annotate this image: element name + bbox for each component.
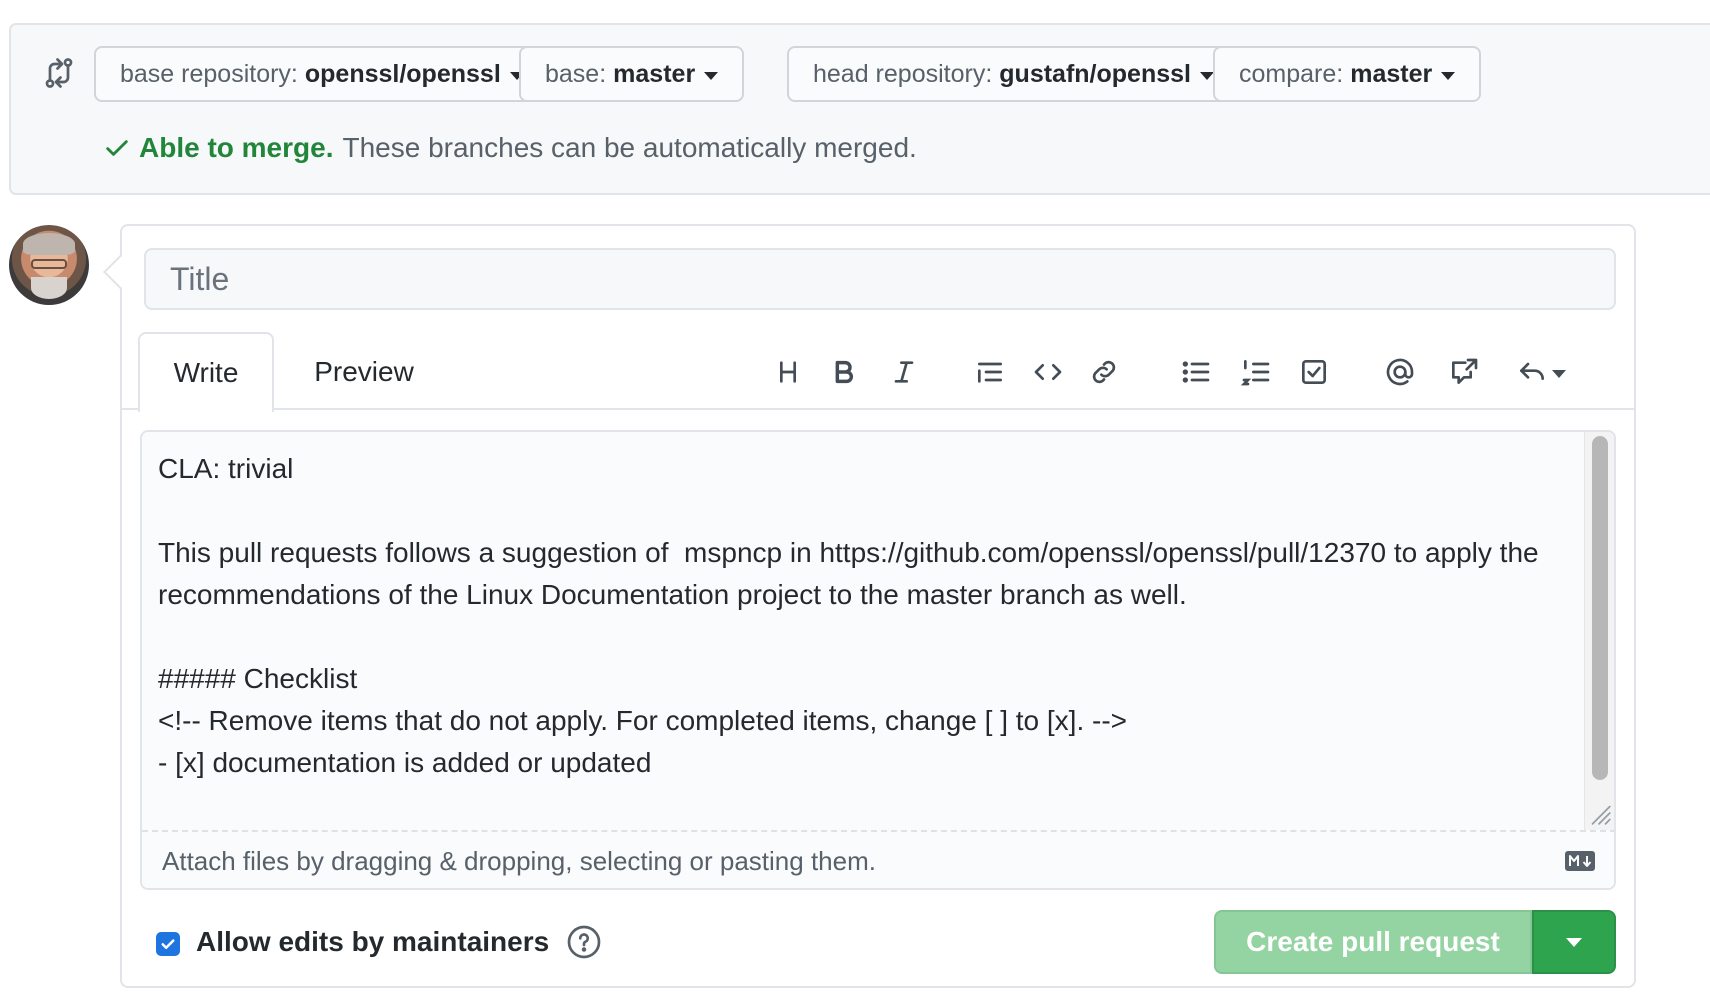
caret-down-icon bbox=[1566, 937, 1582, 947]
caret-down-icon bbox=[1552, 369, 1566, 378]
base-repository-label: base repository: bbox=[120, 59, 298, 88]
markdown-toolbar bbox=[122, 350, 1634, 398]
base-branch-value: master bbox=[613, 59, 696, 88]
unordered-list-icon[interactable] bbox=[1174, 350, 1218, 394]
caret-down-icon bbox=[1441, 71, 1456, 80]
ordered-list-icon[interactable] bbox=[1234, 350, 1278, 394]
merge-status: Able to merge. These branches can be aut… bbox=[103, 132, 917, 164]
title-input[interactable] bbox=[144, 248, 1616, 310]
form-actions: Allow edits by maintainers Create pull r… bbox=[122, 902, 1634, 982]
allow-edits-label[interactable]: Allow edits by maintainers bbox=[196, 926, 549, 958]
bold-icon[interactable] bbox=[822, 350, 866, 394]
head-repository-select[interactable]: head repository: gustafn/openssl bbox=[787, 46, 1240, 102]
cross-reference-icon[interactable] bbox=[1442, 350, 1486, 394]
comment-editor: CLA: trivial This pull requests follows … bbox=[140, 430, 1616, 890]
merge-status-label: Able to merge. bbox=[139, 132, 334, 163]
head-repository-label: head repository: bbox=[813, 59, 993, 88]
create-options-dropdown[interactable] bbox=[1532, 910, 1616, 974]
compare-icon bbox=[45, 58, 73, 88]
compare-branch-value: master bbox=[1350, 59, 1433, 88]
caret-down-icon bbox=[1199, 71, 1214, 80]
body-textarea[interactable]: CLA: trivial This pull requests follows … bbox=[158, 448, 1568, 818]
link-icon[interactable] bbox=[1082, 350, 1126, 394]
head-repository-value: gustafn/openssl bbox=[999, 59, 1191, 88]
italic-icon[interactable] bbox=[882, 350, 926, 394]
avatar bbox=[9, 225, 89, 305]
base-branch-select[interactable]: base: master bbox=[519, 46, 745, 102]
task-list-icon[interactable] bbox=[1292, 350, 1336, 394]
allow-edits-checkbox[interactable] bbox=[156, 932, 180, 956]
code-icon[interactable] bbox=[1026, 350, 1070, 394]
create-pull-request-button[interactable]: Create pull request bbox=[1214, 910, 1532, 974]
markdown-icon bbox=[1565, 851, 1595, 871]
compare-branch-select[interactable]: compare: master bbox=[1213, 46, 1482, 102]
mention-icon[interactable] bbox=[1378, 350, 1422, 394]
base-branch-label: base: bbox=[545, 59, 607, 88]
header-icon[interactable] bbox=[766, 350, 810, 394]
quote-icon[interactable] bbox=[968, 350, 1012, 394]
scrollbar-thumb[interactable] bbox=[1592, 436, 1608, 780]
check-icon bbox=[161, 939, 175, 950]
check-icon bbox=[106, 140, 128, 156]
caret-down-icon bbox=[704, 71, 719, 80]
compare-branch-label: compare: bbox=[1239, 59, 1344, 88]
merge-status-message: These branches can be automatically merg… bbox=[342, 132, 917, 163]
file-attach-area[interactable]: Attach files by dragging & dropping, sel… bbox=[142, 830, 1614, 888]
compare-range-bar: base repository: openssl/openssl base: m… bbox=[9, 23, 1710, 195]
resize-grip-icon[interactable] bbox=[1586, 800, 1612, 826]
pull-request-form: Write Preview bbox=[120, 224, 1636, 988]
reply-icon[interactable] bbox=[1506, 350, 1576, 394]
help-icon[interactable] bbox=[566, 924, 602, 960]
base-repository-value: openssl/openssl bbox=[304, 59, 501, 88]
base-repository-select[interactable]: base repository: openssl/openssl bbox=[94, 46, 550, 102]
attach-hint: Attach files by dragging & dropping, sel… bbox=[162, 845, 876, 876]
editor-scrollbar[interactable] bbox=[1584, 432, 1614, 830]
